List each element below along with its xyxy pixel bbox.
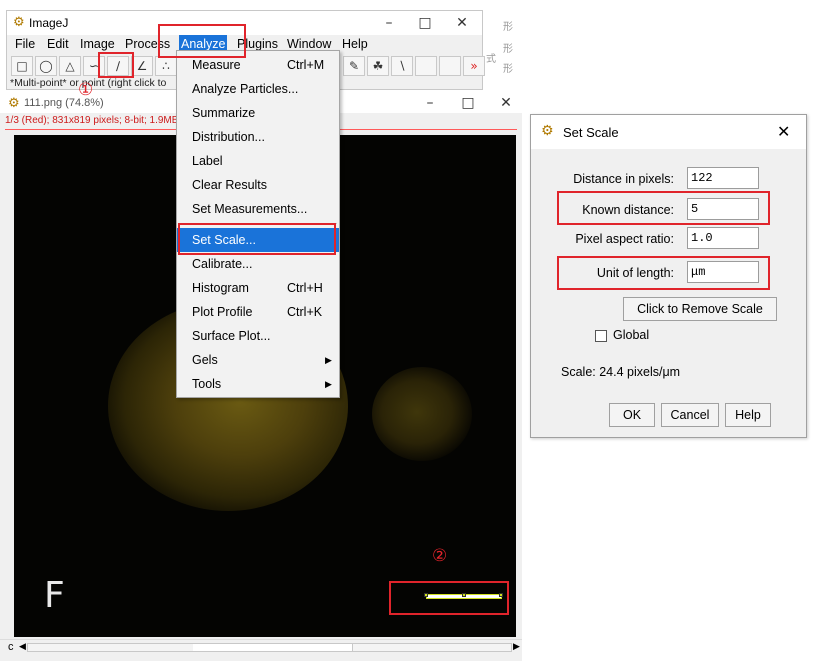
menu-help[interactable]: Help (340, 35, 370, 54)
highlight-box-unit-of-length (557, 256, 770, 290)
dialog-title: Set Scale (563, 125, 619, 140)
dialog-titlebar: ⚙ Set Scale ✕ (531, 115, 806, 149)
rectangle-tool-icon[interactable]: □ (11, 56, 33, 76)
multipoint-tool-icon[interactable]: ∴ (155, 56, 177, 76)
channel-label: c (8, 641, 14, 653)
pixel-aspect-ratio-input[interactable] (687, 227, 759, 249)
toolbar-blank-slot[interactable] (415, 56, 437, 76)
cancel-button[interactable]: Cancel (661, 403, 719, 427)
background-fragment: 形 (503, 44, 513, 55)
background-fragment: 形 (503, 22, 513, 33)
more-tools-icon[interactable]: » (463, 56, 485, 76)
global-checkbox[interactable] (595, 330, 607, 342)
scroll-right-arrow-icon[interactable]: ▶ (513, 641, 520, 652)
distance-in-pixels-label: Distance in pixels: (573, 172, 674, 186)
highlight-box-analyze-menu (158, 24, 246, 58)
menu-item-summarize[interactable]: Summarize (177, 101, 339, 125)
brush-tool-icon[interactable]: ✎ (343, 56, 365, 76)
menu-item-calibrate[interactable]: Calibrate... (177, 252, 339, 276)
menu-edit[interactable]: Edit (45, 35, 71, 54)
minimize-icon[interactable]: – (412, 93, 448, 113)
highlight-box-known-distance (557, 191, 770, 225)
close-icon[interactable]: ✕ (488, 93, 524, 113)
image-info-line: 1/3 (Red); 831x819 pixels; 8-bit; 1.9MB (5, 115, 179, 126)
scroll-track[interactable] (27, 643, 512, 652)
menu-item-label: Measure (192, 58, 241, 72)
menu-item-shortcut: Ctrl+K (287, 305, 323, 319)
menu-item-label[interactable]: Label (177, 149, 339, 173)
menu-item-tools[interactable]: Tools ▶ (177, 372, 339, 396)
close-icon[interactable]: ✕ (444, 11, 480, 35)
main-window-title: ImageJ (29, 16, 69, 30)
scroll-thumb[interactable] (193, 644, 353, 651)
menu-item-histogram[interactable]: Histogram Ctrl+H (177, 276, 339, 300)
submenu-arrow-icon: ▶ (325, 379, 332, 389)
background-fragment: 形 (503, 64, 513, 75)
menu-item-shortcut: Ctrl+H (287, 281, 323, 295)
menu-item-gels[interactable]: Gels ▶ (177, 348, 339, 372)
menu-item-clear-results[interactable]: Clear Results (177, 173, 339, 197)
polygon-tool-icon[interactable]: △ (59, 56, 81, 76)
help-button[interactable]: Help (725, 403, 771, 427)
toolbar-blank-slot[interactable] (439, 56, 461, 76)
highlight-box-line-tool (98, 52, 134, 78)
ok-button[interactable]: OK (609, 403, 655, 427)
menu-item-label: Tools (192, 377, 222, 391)
slice-scrollbar[interactable]: c ◀ ▶ (0, 639, 522, 655)
maximize-icon[interactable]: □ (450, 93, 486, 113)
microscope-icon: ⚙ (8, 96, 20, 111)
maximize-icon[interactable]: □ (407, 11, 443, 35)
scale-readout: Scale: 24.4 pixels/μm (561, 365, 681, 379)
submenu-arrow-icon: ▶ (325, 355, 332, 365)
menu-item-label: Plot Profile (192, 305, 253, 319)
menu-item-surface-plot[interactable]: Surface Plot... (177, 324, 339, 348)
flood-fill-tool-icon[interactable]: ☘ (367, 56, 389, 76)
highlight-box-scale-bar (389, 581, 509, 615)
distance-in-pixels-input[interactable] (687, 167, 759, 189)
angle-tool-icon[interactable]: ∠ (131, 56, 153, 76)
minimize-icon[interactable]: – (371, 11, 407, 35)
menu-item-set-measurements[interactable]: Set Measurements... (177, 197, 339, 221)
menu-item-plot-profile[interactable]: Plot Profile Ctrl+K (177, 300, 339, 324)
global-checkbox-label: Global (613, 328, 650, 342)
menu-item-label: Gels (192, 353, 218, 367)
fluorescent-cell-small (372, 367, 472, 461)
oval-tool-icon[interactable]: ◯ (35, 56, 57, 76)
panel-letter: F (44, 575, 65, 616)
microscope-icon: ⚙ (13, 15, 25, 30)
scroll-left-arrow-icon[interactable]: ◀ (19, 641, 26, 652)
highlight-box-set-scale (178, 223, 336, 255)
remove-scale-button[interactable]: Click to Remove Scale (623, 297, 777, 321)
pixel-aspect-ratio-label: Pixel aspect ratio: (575, 232, 674, 246)
microscope-icon: ⚙ (541, 123, 554, 139)
menu-item-distribution[interactable]: Distribution... (177, 125, 339, 149)
menu-item-shortcut: Ctrl+M (287, 58, 325, 72)
step-marker-2: ② (432, 546, 448, 566)
menu-item-analyze-particles[interactable]: Analyze Particles... (177, 77, 339, 101)
background-fragment: 式 (486, 54, 496, 65)
menu-item-label: Histogram (192, 281, 249, 295)
menu-file[interactable]: File (13, 35, 37, 54)
close-icon[interactable]: ✕ (777, 122, 790, 141)
color-picker-tool-icon[interactable]: ∖ (391, 56, 413, 76)
step-marker-1: ① (78, 80, 94, 100)
